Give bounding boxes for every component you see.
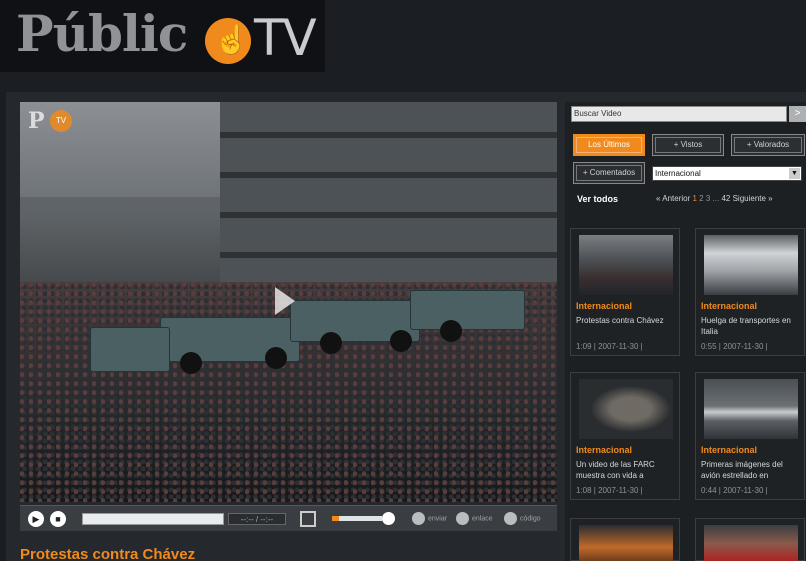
share-link-label: enlace [472, 515, 493, 523]
logo-wordmark: Públic [16, 4, 188, 63]
site-header: Públic ☝ TV [0, 0, 806, 92]
pager-page[interactable]: 2 [699, 194, 703, 203]
video-card[interactable]: Internacional Un video de las FARC muest… [570, 372, 680, 500]
building-floor [220, 132, 557, 138]
card-date: 2007-11-30 [598, 342, 639, 351]
share-embed-label: código [520, 515, 541, 523]
card-title[interactable]: Protestas contra Chávez [576, 315, 678, 326]
volume-fill [332, 516, 339, 521]
tab-latest[interactable]: Los Últimos [573, 134, 645, 156]
tab-latest-label: Los Últimos [576, 137, 642, 153]
pager-next[interactable]: Siguiente » [733, 194, 773, 203]
building-floor [220, 252, 557, 258]
pager-current: 1 [692, 194, 697, 203]
video-thumbnail[interactable] [704, 379, 798, 439]
video-thumbnail[interactable] [579, 235, 673, 295]
ver-todos-link[interactable]: Ver todos [577, 194, 618, 204]
vehicle-wheel [390, 330, 412, 352]
card-duration: 0:55 [701, 342, 717, 351]
search-input[interactable]: Buscar Video [571, 106, 787, 122]
video-vehicle [90, 327, 170, 372]
card-date: 2007-11-30 [723, 486, 764, 495]
video-thumbnail[interactable] [579, 379, 673, 439]
category-select[interactable]: Internacional ▼ [652, 166, 802, 181]
pager-ellipsis: ... [712, 194, 720, 203]
card-category[interactable]: Internacional [576, 301, 632, 311]
video-card[interactable]: Internacional Protestas contra Chávez 1:… [570, 228, 680, 356]
tab-top-rated[interactable]: + Valorados [731, 134, 805, 156]
vehicle-wheel [265, 347, 287, 369]
video-card[interactable] [570, 518, 680, 561]
fullscreen-icon[interactable] [300, 511, 316, 527]
time-display: --:-- / --:-- [228, 513, 286, 525]
card-meta: 1:08 | 2007-11-30 | [576, 486, 643, 495]
email-icon [412, 512, 425, 525]
card-date: 2007-11-30 [598, 486, 639, 495]
volume-knob[interactable] [382, 512, 395, 525]
volume-slider[interactable] [332, 516, 382, 521]
share-email-button[interactable]: enviar [412, 512, 447, 526]
card-category[interactable]: Internacional [576, 445, 632, 455]
share-embed-button[interactable]: código [504, 512, 541, 526]
video-watermark-letter: P [28, 108, 45, 134]
link-icon [456, 512, 469, 525]
pager-last[interactable]: 42 [721, 194, 730, 203]
video-watermark-tv: TV [50, 110, 72, 132]
card-title[interactable]: Primeras imágenes del avión estrellado e… [701, 459, 803, 481]
share-email-label: enviar [428, 515, 448, 523]
video-thumbnail[interactable] [704, 235, 798, 295]
play-icon[interactable]: ▶ [28, 511, 44, 527]
video-thumbnail[interactable] [704, 525, 798, 561]
card-date: 2007-11-30 [723, 342, 764, 351]
progress-bar[interactable] [82, 513, 224, 525]
video-title: Protestas contra Chávez [20, 546, 196, 561]
logo-tv-text: TV [254, 9, 317, 67]
tab-most-commented[interactable]: + Comentados [573, 162, 645, 184]
vehicle-wheel [180, 352, 202, 374]
video-player[interactable]: P TV [20, 102, 557, 502]
card-title[interactable]: Un video de las FARC muestra con vida a [576, 459, 678, 481]
building-floor [220, 212, 557, 218]
building-floor [220, 172, 557, 178]
tab-most-commented-label: + Comentados [576, 165, 642, 181]
video-card[interactable]: Internacional Huelga de transportes en I… [695, 228, 805, 356]
card-duration: 1:08 [576, 486, 592, 495]
embed-icon [504, 512, 517, 525]
share-link-button[interactable]: enlace [456, 512, 493, 526]
vehicle-wheel [440, 320, 462, 342]
vehicle-wheel [320, 332, 342, 354]
chevron-down-icon: ▼ [789, 168, 800, 179]
card-meta: 0:44 | 2007-11-30 | [701, 486, 768, 495]
tab-top-rated-label: + Valorados [734, 137, 802, 153]
card-duration: 1:09 [576, 342, 592, 351]
video-vehicle [410, 290, 525, 330]
player-controls: ▶ ■ --:-- / --:-- enviar enlace código [20, 505, 557, 531]
category-select-value: Internacional [655, 169, 701, 178]
play-overlay-icon[interactable] [275, 287, 295, 315]
pager-prev[interactable]: « Anterior [656, 194, 690, 203]
video-card[interactable] [695, 518, 805, 561]
stop-icon[interactable]: ■ [50, 511, 66, 527]
card-meta: 1:09 | 2007-11-30 | [576, 342, 643, 351]
pager-page[interactable]: 3 [706, 194, 710, 203]
pointing-hand-icon: ☝ [214, 24, 249, 55]
tab-most-viewed-label: + Vistos [655, 137, 721, 153]
card-category[interactable]: Internacional [701, 445, 757, 455]
card-title[interactable]: Huelga de transportes en Italia [701, 315, 803, 337]
logo[interactable]: Públic ☝ TV [0, 0, 325, 72]
pagination: « Anterior 1 2 3 ... 42 Siguiente » [656, 194, 773, 203]
tab-most-viewed[interactable]: + Vistos [652, 134, 724, 156]
search-submit-icon[interactable]: > [789, 106, 806, 122]
video-thumbnail[interactable] [579, 525, 673, 561]
card-duration: 0:44 [701, 486, 717, 495]
video-card[interactable]: Internacional Primeras imágenes del avió… [695, 372, 805, 500]
card-category[interactable]: Internacional [701, 301, 757, 311]
card-meta: 0:55 | 2007-11-30 | [701, 342, 768, 351]
